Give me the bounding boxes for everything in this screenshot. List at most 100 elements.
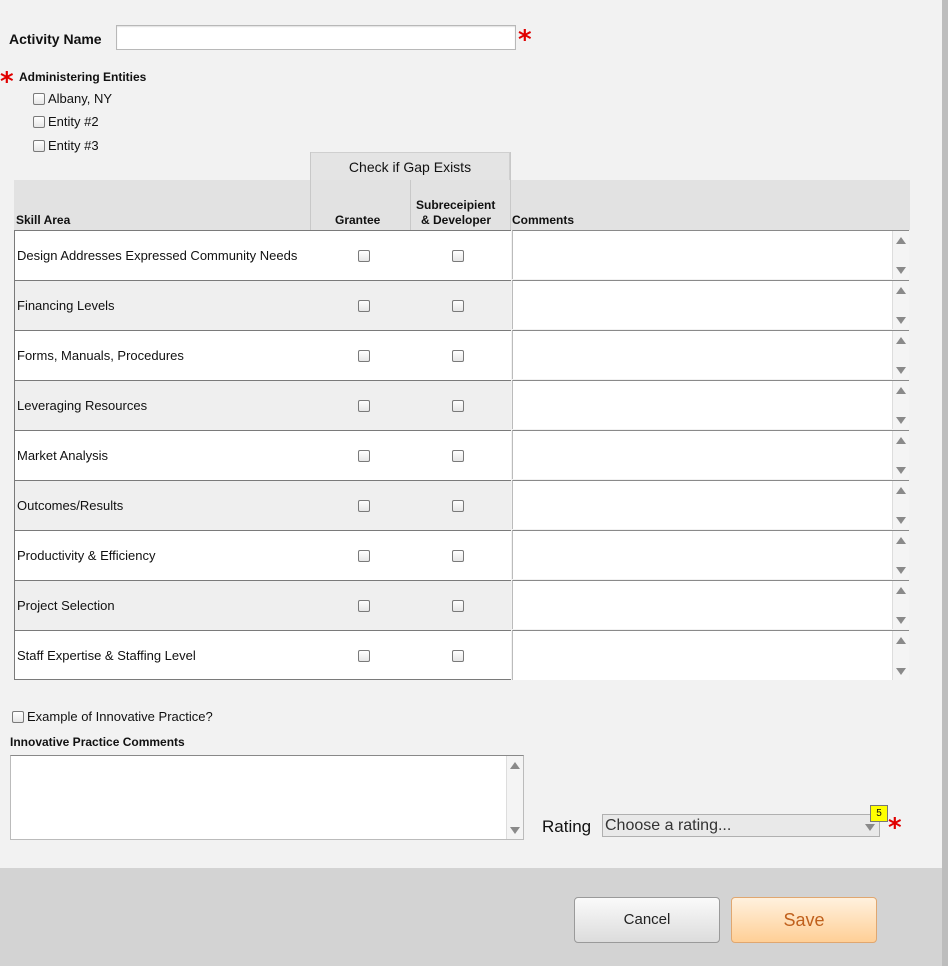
table-header: Skill Area Grantee Subreceipient & Devel… — [14, 180, 910, 230]
scroll-down-icon[interactable] — [510, 827, 520, 834]
entity-option-label: Entity #3 — [48, 138, 99, 153]
textarea-scrollbar[interactable] — [892, 481, 909, 529]
window-edge — [942, 0, 948, 966]
col-grantee-header: Grantee — [335, 213, 381, 227]
col-sub-header-line1: Subreceipient — [416, 198, 496, 212]
scroll-up-icon[interactable] — [896, 637, 906, 644]
innovative-checkbox-label: Example of Innovative Practice? — [27, 709, 213, 724]
subrecipient-checkbox[interactable] — [452, 600, 464, 612]
scroll-down-icon[interactable] — [896, 367, 906, 374]
textarea-scrollbar[interactable] — [892, 431, 909, 479]
skill-area-label: Project Selection — [17, 598, 115, 613]
grantee-checkbox[interactable] — [358, 550, 370, 562]
scroll-down-icon[interactable] — [896, 267, 906, 274]
scroll-down-icon[interactable] — [896, 668, 906, 675]
subrecipient-checkbox[interactable] — [452, 550, 464, 562]
cancel-button[interactable]: Cancel — [574, 897, 720, 943]
scroll-up-icon[interactable] — [896, 587, 906, 594]
comment-textarea[interactable] — [512, 530, 909, 579]
entity-option-label: Entity #2 — [48, 114, 99, 129]
textarea-scrollbar[interactable] — [892, 381, 909, 429]
activity-name-input[interactable] — [116, 25, 516, 50]
rating-required-icon: * — [888, 813, 902, 843]
subrecipient-checkbox[interactable] — [452, 250, 464, 262]
chevron-down-icon — [865, 824, 875, 831]
textarea-scrollbar[interactable] — [892, 581, 909, 629]
scroll-up-icon[interactable] — [896, 287, 906, 294]
rating-label: Rating — [542, 817, 592, 836]
subrecipient-checkbox[interactable] — [452, 650, 464, 662]
textarea-scrollbar[interactable] — [506, 756, 523, 839]
comment-textarea[interactable] — [512, 630, 909, 680]
scroll-down-icon[interactable] — [896, 317, 906, 324]
entity-checkbox[interactable] — [33, 115, 45, 128]
textarea-scrollbar[interactable] — [892, 231, 909, 279]
scroll-up-icon[interactable] — [510, 762, 520, 769]
textarea-scrollbar[interactable] — [892, 331, 909, 379]
grantee-checkbox[interactable] — [358, 450, 370, 462]
innovative-checkbox[interactable] — [12, 710, 24, 723]
table-row: Forms, Manuals, Procedures — [14, 330, 511, 380]
rating-select[interactable]: Choose a rating... — [602, 814, 880, 837]
comment-textarea[interactable] — [512, 580, 909, 629]
activity-name-label: Activity Name — [9, 31, 102, 47]
grantee-checkbox[interactable] — [358, 300, 370, 312]
table-row: Leveraging Resources — [14, 380, 511, 430]
scroll-down-icon[interactable] — [896, 467, 906, 474]
textarea-scrollbar[interactable] — [892, 631, 909, 680]
table-row: Financing Levels — [14, 280, 511, 330]
skill-area-label: Productivity & Efficiency — [17, 548, 156, 563]
subrecipient-checkbox[interactable] — [452, 450, 464, 462]
table-row: Productivity & Efficiency — [14, 530, 511, 580]
grantee-checkbox[interactable] — [358, 600, 370, 612]
scroll-down-icon[interactable] — [896, 567, 906, 574]
entity-checkbox[interactable] — [33, 139, 45, 152]
textarea-scrollbar[interactable] — [892, 281, 909, 329]
skill-area-label: Leveraging Resources — [17, 398, 148, 413]
comment-textarea[interactable] — [512, 330, 909, 379]
entity-option-2[interactable]: Entity #2 — [33, 114, 99, 129]
comment-textarea[interactable] — [512, 230, 909, 279]
entity-option-albany[interactable]: Albany, NY — [33, 91, 112, 106]
comment-textarea[interactable] — [512, 480, 909, 529]
grantee-checkbox[interactable] — [358, 400, 370, 412]
textarea-scrollbar[interactable] — [892, 531, 909, 579]
subrecipient-checkbox[interactable] — [452, 300, 464, 312]
entity-option-label: Albany, NY — [48, 91, 113, 106]
entity-option-3[interactable]: Entity #3 — [33, 138, 99, 153]
skill-area-label: Design Addresses Expressed Community Nee… — [17, 248, 298, 263]
skill-area-label: Financing Levels — [17, 298, 115, 313]
grantee-checkbox[interactable] — [358, 250, 370, 262]
table-row: Staff Expertise & Staffing Level — [14, 630, 511, 680]
scroll-down-icon[interactable] — [896, 617, 906, 624]
scroll-up-icon[interactable] — [896, 387, 906, 394]
grantee-checkbox[interactable] — [358, 500, 370, 512]
entity-checkbox[interactable] — [33, 92, 45, 105]
col-skill-header: Skill Area — [16, 213, 71, 227]
skill-area-label: Forms, Manuals, Procedures — [17, 348, 184, 363]
comment-textarea[interactable] — [512, 380, 909, 429]
subrecipient-checkbox[interactable] — [452, 500, 464, 512]
scroll-up-icon[interactable] — [896, 437, 906, 444]
scroll-up-icon[interactable] — [896, 537, 906, 544]
innovative-practice-option[interactable]: Example of Innovative Practice? — [12, 709, 213, 724]
subrecipient-checkbox[interactable] — [452, 350, 464, 362]
table-row: Design Addresses Expressed Community Nee… — [14, 230, 511, 280]
skill-area-label: Outcomes/Results — [17, 498, 124, 513]
grantee-checkbox[interactable] — [358, 650, 370, 662]
comment-textarea[interactable] — [512, 430, 909, 479]
comment-textarea[interactable] — [512, 280, 909, 329]
skill-area-label: Staff Expertise & Staffing Level — [17, 648, 196, 663]
table-row: Project Selection — [14, 580, 511, 630]
activity-required-icon: * — [518, 25, 532, 55]
save-button[interactable]: Save — [731, 897, 877, 943]
innovative-comments-textarea[interactable] — [10, 755, 524, 840]
grantee-checkbox[interactable] — [358, 350, 370, 362]
scroll-up-icon[interactable] — [896, 487, 906, 494]
scroll-up-icon[interactable] — [896, 237, 906, 244]
scroll-down-icon[interactable] — [896, 517, 906, 524]
subrecipient-checkbox[interactable] — [452, 400, 464, 412]
scroll-up-icon[interactable] — [896, 337, 906, 344]
scroll-down-icon[interactable] — [896, 417, 906, 424]
footer-bar: Cancel Save — [0, 868, 948, 966]
